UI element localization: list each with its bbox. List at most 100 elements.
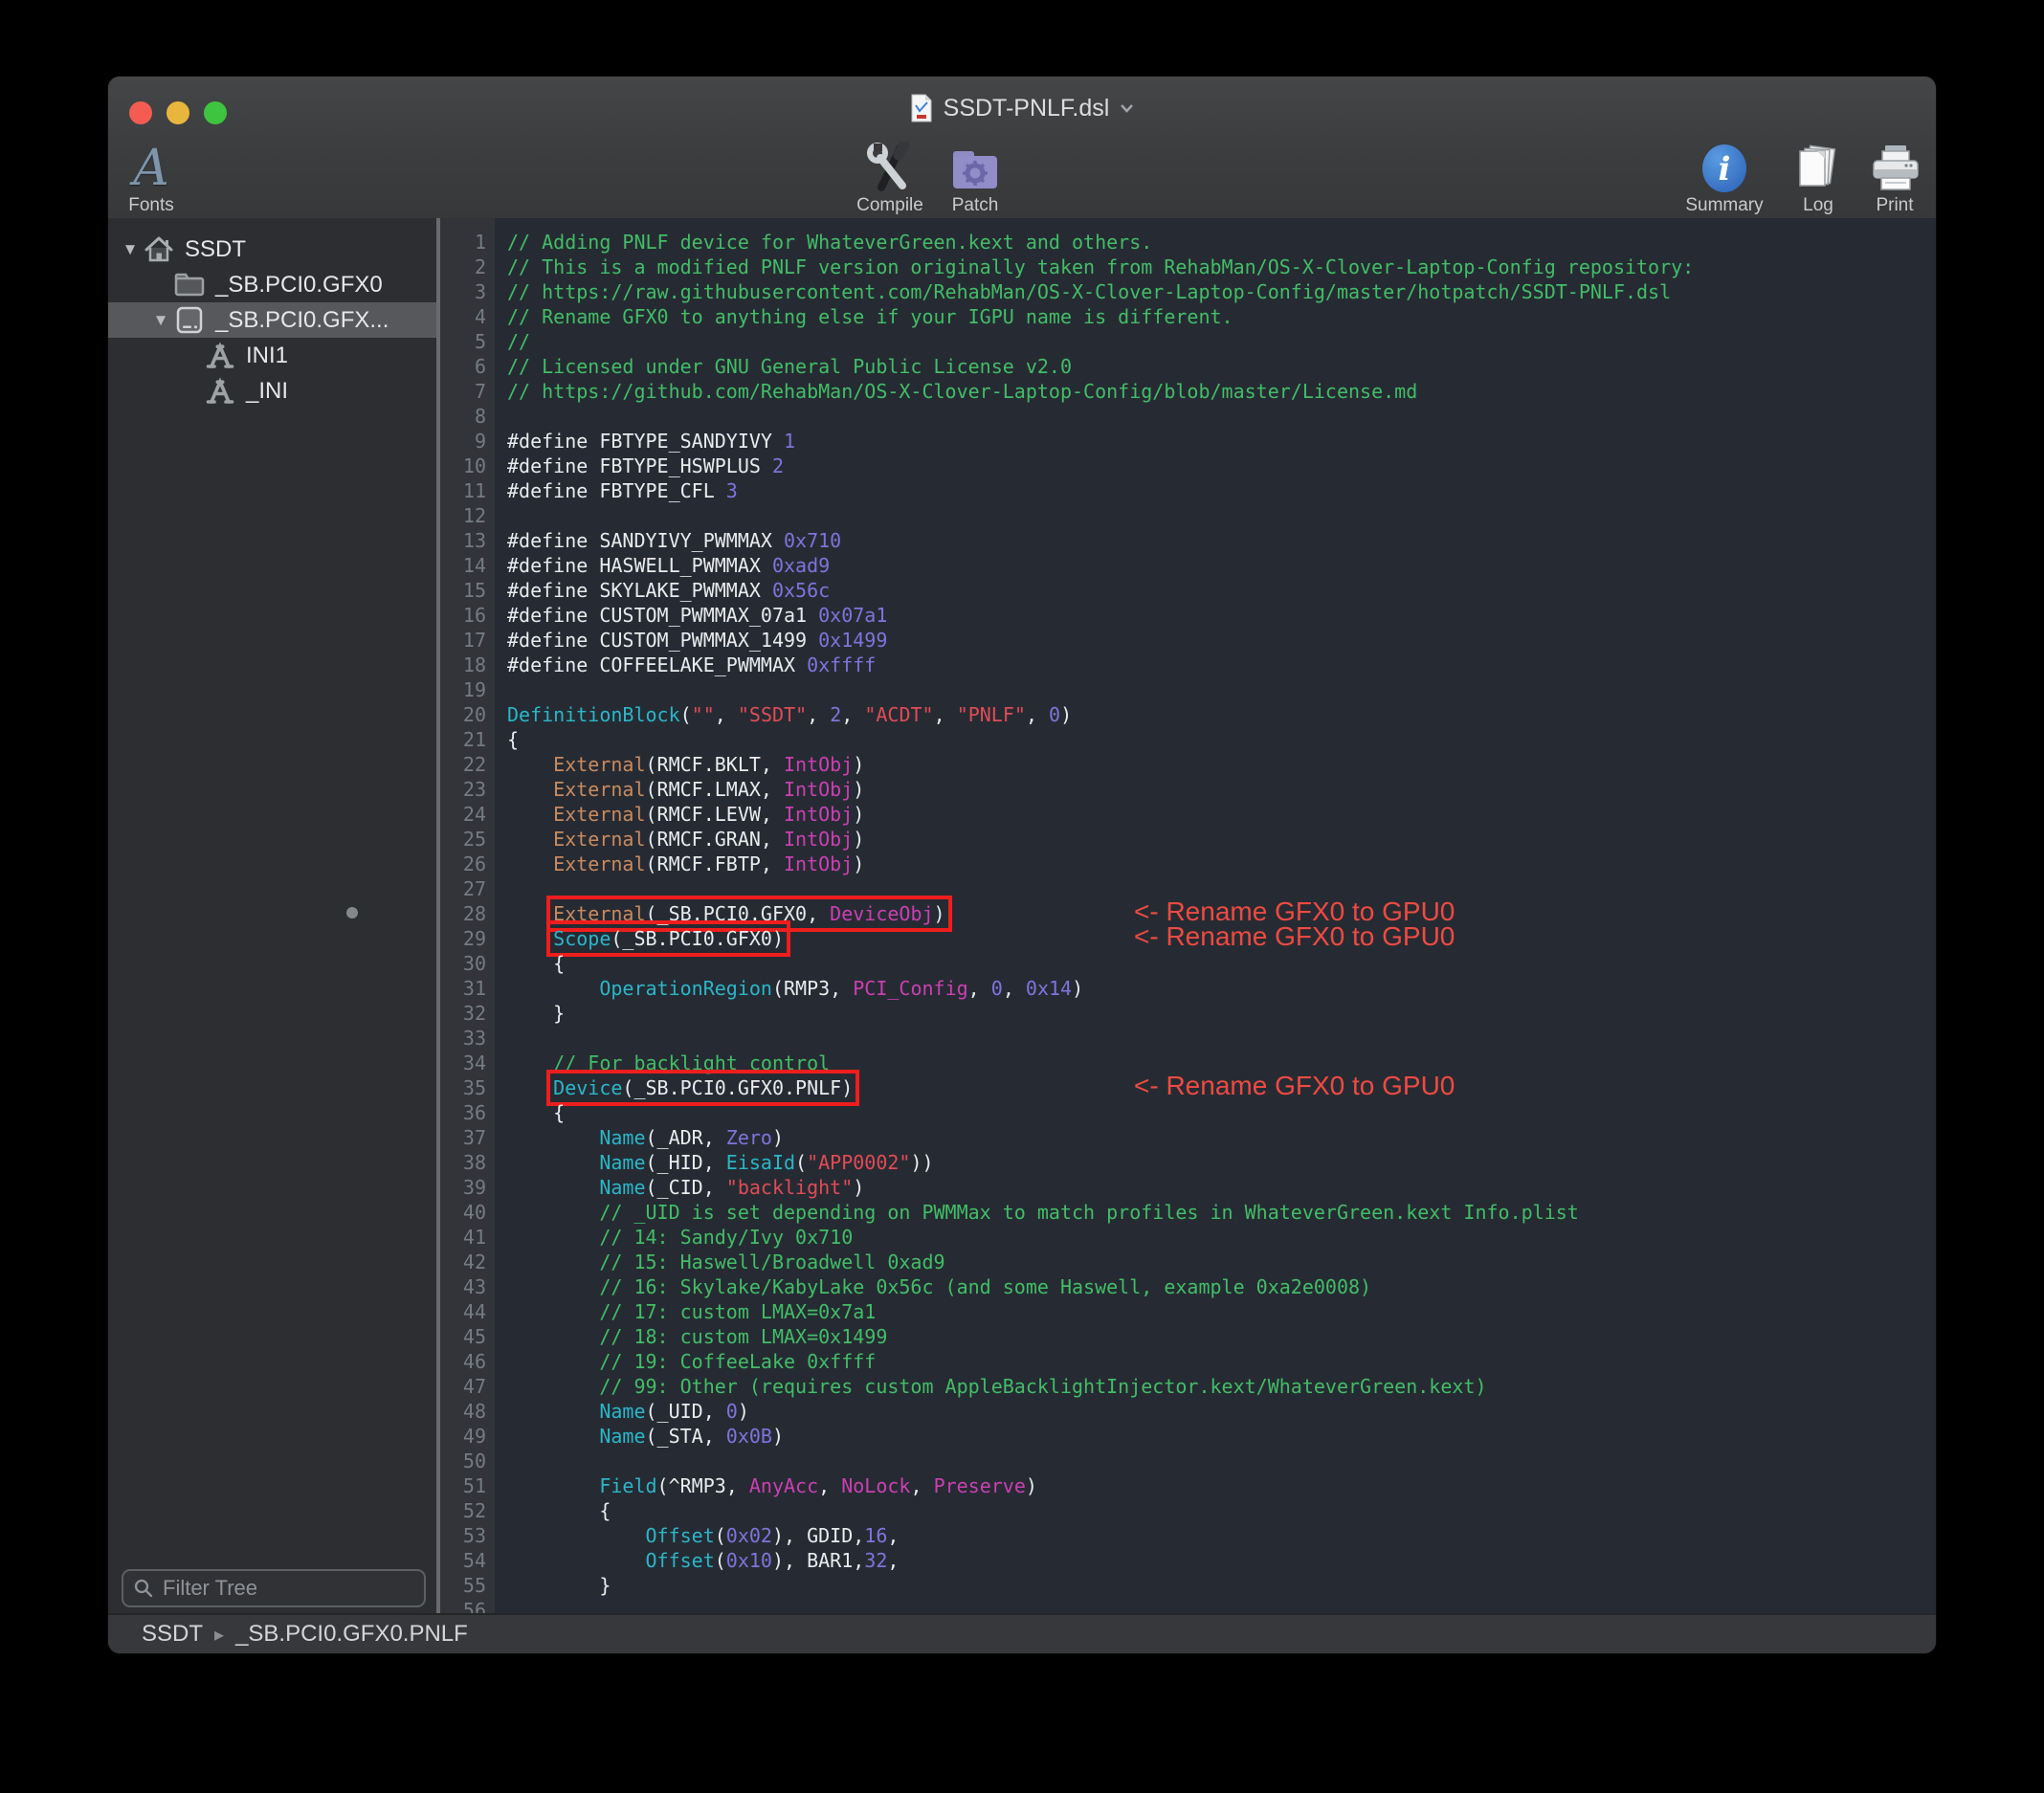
line-number: 26 <box>440 852 495 876</box>
line-number: 11 <box>440 478 495 503</box>
filter-tree-field[interactable]: Filter Tree <box>122 1569 426 1607</box>
line-number: 17 <box>440 628 495 653</box>
tree-row-ini1[interactable]: INI1 <box>108 338 436 373</box>
tree-row--sb-pci0-gfx0[interactable]: _SB.PCI0.GFX0 <box>108 267 436 302</box>
code-line-18[interactable]: #define COFFEELAKE_PWMMAX 0xffff <box>495 653 1936 677</box>
code-line-1[interactable]: // Adding PNLF device for WhateverGreen.… <box>495 230 1936 255</box>
code-line-6[interactable]: // Licensed under GNU General Public Lic… <box>495 354 1936 379</box>
disclosure-triangle-icon[interactable]: ▼ <box>148 311 173 330</box>
code-line-51[interactable]: Field(^RMP3, AnyAcc, NoLock, Preserve) <box>495 1473 1936 1498</box>
tree-row-ssdt[interactable]: ▼ SSDT <box>108 232 436 267</box>
code-line-44[interactable]: // 17: custom LMAX=0x7a1 <box>495 1299 1936 1324</box>
code-line-43[interactable]: // 16: Skylake/KabyLake 0x56c (and some … <box>495 1274 1936 1299</box>
code-line-7[interactable]: // https://github.com/RehabMan/OS-X-Clov… <box>495 379 1936 404</box>
print-button[interactable]: Print <box>1849 140 1936 216</box>
code-line-12[interactable] <box>495 503 1936 528</box>
code-line-31[interactable]: OperationRegion(RMP3, PCI_Config, 0, 0x1… <box>495 976 1936 1001</box>
code-line-40[interactable]: // _UID is set depending on PWMMax to ma… <box>495 1200 1936 1225</box>
summary-button[interactable]: i Summary <box>1678 140 1770 216</box>
code-line-21[interactable]: { <box>495 727 1936 752</box>
line-number: 54 <box>440 1548 495 1573</box>
line-number-gutter: 1234567891011121314151617181920212223242… <box>440 218 495 1613</box>
code-line-23[interactable]: External(RMCF.LMAX, IntObj) <box>495 777 1936 802</box>
code-line-9[interactable]: #define FBTYPE_SANDYIVY 1 <box>495 429 1936 454</box>
code-line-26[interactable]: External(RMCF.FBTP, IntObj) <box>495 852 1936 876</box>
tree-row--ini[interactable]: _INI <box>108 373 436 409</box>
tree-row-label: _INI <box>236 378 288 405</box>
search-icon <box>133 1578 154 1599</box>
code-line-52[interactable]: { <box>495 1498 1936 1523</box>
code-line-2[interactable]: // This is a modified PNLF version origi… <box>495 255 1936 279</box>
code-line-48[interactable]: Name(_UID, 0) <box>495 1399 1936 1424</box>
code-line-30[interactable]: { <box>495 951 1936 976</box>
compile-label: Compile <box>844 195 936 216</box>
tree-row--sb-pci0-gfx-[interactable]: ▼ _SB.PCI0.GFX... <box>108 302 436 338</box>
line-number: 20 <box>440 702 495 727</box>
line-number: 18 <box>440 653 495 677</box>
method-icon <box>204 341 236 371</box>
code-line-53[interactable]: Offset(0x02), GDID,16, <box>495 1523 1936 1548</box>
code-line-29[interactable]: Scope(_SB.PCI0.GFX0)<- Rename GFX0 to GP… <box>495 926 1936 951</box>
breadcrumb-root[interactable]: SSDT <box>142 1621 203 1648</box>
code-line-22[interactable]: External(RMCF.BKLT, IntObj) <box>495 752 1936 777</box>
title-bar[interactable]: SSDT-PNLF.dsl <box>108 77 1936 140</box>
code-line-50[interactable] <box>495 1449 1936 1473</box>
tree-row-label: _SB.PCI0.GFX... <box>206 307 389 334</box>
code-line-17[interactable]: #define CUSTOM_PWMMAX_1499 0x1499 <box>495 628 1936 653</box>
code-line-25[interactable]: External(RMCF.GRAN, IntObj) <box>495 827 1936 852</box>
sidebar-tree: ▼ SSDT _SB.PCI0.GFX0▼ _SB.PCI0.GFX... IN… <box>108 218 436 1613</box>
code-line-15[interactable]: #define SKYLAKE_PWMMAX 0x56c <box>495 578 1936 603</box>
code-line-3[interactable]: // https://raw.githubusercontent.com/Reh… <box>495 279 1936 304</box>
status-bar: SSDT ▸ _SB.PCI0.GFX0.PNLF <box>108 1613 1936 1653</box>
line-number: 51 <box>440 1473 495 1498</box>
code-line-8[interactable] <box>495 404 1936 429</box>
patch-button[interactable]: Patch <box>929 140 1021 216</box>
code-line-49[interactable]: Name(_STA, 0x0B) <box>495 1424 1936 1449</box>
code-line-37[interactable]: Name(_ADR, Zero) <box>495 1125 1936 1150</box>
code-line-42[interactable]: // 15: Haswell/Broadwell 0xad9 <box>495 1250 1936 1274</box>
title-chevron-icon[interactable] <box>1120 103 1134 113</box>
line-number: 31 <box>440 976 495 1001</box>
code-line-56[interactable] <box>495 1598 1936 1613</box>
code-line-55[interactable]: } <box>495 1573 1936 1598</box>
code-line-36[interactable]: { <box>495 1100 1936 1125</box>
code-line-38[interactable]: Name(_HID, EisaId("APP0002")) <box>495 1150 1936 1175</box>
code-editor[interactable]: // Adding PNLF device for WhateverGreen.… <box>495 218 1936 1613</box>
code-line-45[interactable]: // 18: custom LMAX=0x1499 <box>495 1324 1936 1349</box>
code-line-13[interactable]: #define SANDYIVY_PWMMAX 0x710 <box>495 528 1936 553</box>
code-line-47[interactable]: // 99: Other (requires custom AppleBackl… <box>495 1374 1936 1399</box>
line-number: 10 <box>440 454 495 478</box>
breadcrumb-leaf[interactable]: _SB.PCI0.GFX0.PNLF <box>235 1621 468 1648</box>
code-line-41[interactable]: // 14: Sandy/Ivy 0x710 <box>495 1225 1936 1250</box>
code-line-5[interactable]: // <box>495 329 1936 354</box>
code-line-35[interactable]: Device(_SB.PCI0.GFX0.PNLF)<- Rename GFX0… <box>495 1075 1936 1100</box>
code-line-24[interactable]: External(RMCF.LEVW, IntObj) <box>495 802 1936 827</box>
line-number: 38 <box>440 1150 495 1175</box>
code-line-32[interactable]: } <box>495 1001 1936 1026</box>
line-number: 33 <box>440 1026 495 1051</box>
code-line-20[interactable]: DefinitionBlock("", "SSDT", 2, "ACDT", "… <box>495 702 1936 727</box>
app-window: SSDT-PNLF.dsl A Fonts <box>108 77 1936 1653</box>
code-line-10[interactable]: #define FBTYPE_HSWPLUS 2 <box>495 454 1936 478</box>
annotation-box: Device(_SB.PCI0.GFX0.PNLF) <box>553 1076 853 1099</box>
line-number: 16 <box>440 603 495 628</box>
line-number: 13 <box>440 528 495 553</box>
line-number: 1 <box>440 230 495 255</box>
code-line-54[interactable]: Offset(0x10), BAR1,32, <box>495 1548 1936 1573</box>
compile-button[interactable]: Compile <box>844 140 936 216</box>
code-line-19[interactable] <box>495 677 1936 702</box>
code-line-39[interactable]: Name(_CID, "backlight") <box>495 1175 1936 1200</box>
disclosure-triangle-icon[interactable]: ▼ <box>118 240 143 259</box>
code-line-14[interactable]: #define HASWELL_PWMMAX 0xad9 <box>495 553 1936 578</box>
svg-text:i: i <box>1719 150 1731 188</box>
code-line-4[interactable]: // Rename GFX0 to anything else if your … <box>495 304 1936 329</box>
code-line-33[interactable] <box>495 1026 1936 1051</box>
fonts-button[interactable]: A Fonts <box>116 140 187 216</box>
code-line-16[interactable]: #define CUSTOM_PWMMAX_07a1 0x07a1 <box>495 603 1936 628</box>
document-proxy-icon[interactable] <box>910 94 933 122</box>
code-line-11[interactable]: #define FBTYPE_CFL 3 <box>495 478 1936 503</box>
code-line-46[interactable]: // 19: CoffeeLake 0xffff <box>495 1349 1936 1374</box>
toolbar: A Fonts Compile <box>108 140 1936 220</box>
line-number: 53 <box>440 1523 495 1548</box>
print-printer-icon <box>1869 144 1921 193</box>
